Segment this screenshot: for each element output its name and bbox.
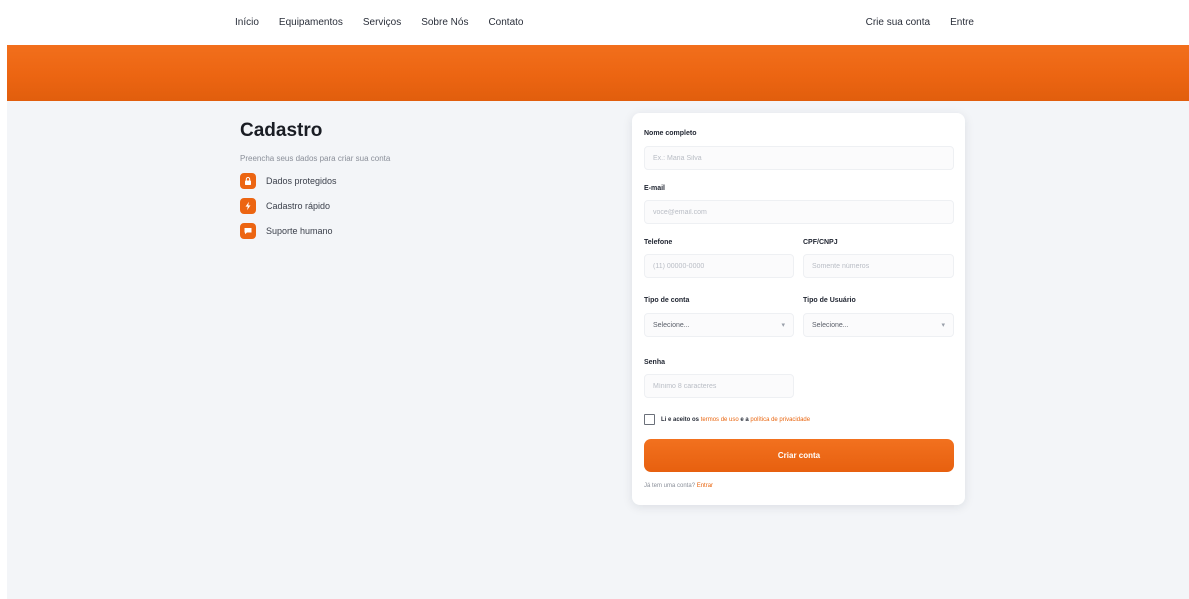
registration-form-card: Nome completo E-mail Telefone CPF/CNPJ T…	[632, 113, 965, 505]
password-input[interactable]	[644, 374, 794, 398]
chevron-down-icon: ▾	[941, 322, 945, 329]
terms-checkbox[interactable]	[644, 414, 655, 425]
account-type-label: Tipo de conta	[644, 297, 690, 304]
user-type-select[interactable]: Selecione... ▾	[803, 313, 954, 337]
account-type-value: Selecione...	[653, 321, 690, 329]
have-account-text: Já tem uma conta?	[644, 483, 696, 489]
page-title: Cadastro	[240, 120, 323, 141]
email-label: E-mail	[644, 185, 666, 192]
nav-link-contato[interactable]: Contato	[488, 17, 523, 28]
create-account-button[interactable]: Criar conta	[644, 439, 954, 472]
feature-label: Dados protegidos	[266, 176, 337, 186]
page-subtitle: Preencha seus dados para criar sua conta	[240, 154, 391, 163]
email-input[interactable]	[644, 200, 954, 224]
top-navbar: Início Equipamentos Serviços Sobre Nós C…	[0, 0, 1189, 45]
nav-login-link[interactable]: Entre	[950, 17, 974, 28]
nav-link-inicio[interactable]: Início	[235, 17, 259, 28]
document-label: CPF/CNPJ	[803, 239, 838, 246]
nav-link-sobre-nos[interactable]: Sobre Nós	[421, 17, 468, 28]
intro-section: Cadastro Preencha seus dados para criar …	[240, 120, 600, 239]
lightning-icon	[240, 198, 256, 214]
feature-item: Dados protegidos	[240, 173, 600, 189]
terms-of-use-link[interactable]: termos de uso	[701, 417, 739, 423]
feature-item: Suporte humano	[240, 223, 600, 239]
terms-prefix: Li e aceito os	[661, 416, 700, 423]
lock-icon	[240, 173, 256, 189]
account-nav: Crie sua conta Entre	[866, 0, 974, 45]
user-type-label: Tipo de Usuário	[803, 297, 856, 304]
nav-link-servicos[interactable]: Serviços	[363, 17, 401, 28]
login-prompt: Já tem uma conta? Entrar	[644, 483, 713, 489]
name-label: Nome completo	[644, 130, 697, 137]
terms-row: Li e aceito os termos de uso e a polític…	[644, 414, 810, 425]
nav-register-link[interactable]: Crie sua conta	[866, 17, 930, 28]
chevron-down-icon: ▾	[781, 322, 785, 329]
chat-icon	[240, 223, 256, 239]
name-input[interactable]	[644, 146, 954, 170]
document-input[interactable]	[803, 254, 954, 278]
terms-text: Li e aceito os termos de uso e a polític…	[661, 417, 810, 423]
account-type-select[interactable]: Selecione... ▾	[644, 313, 794, 337]
nav-link-equipamentos[interactable]: Equipamentos	[279, 17, 343, 28]
phone-label: Telefone	[644, 239, 673, 246]
password-label: Senha	[644, 359, 666, 366]
privacy-policy-link[interactable]: política de privacidade	[750, 417, 810, 423]
feature-item: Cadastro rápido	[240, 198, 600, 214]
main-nav: Início Equipamentos Serviços Sobre Nós C…	[235, 0, 523, 45]
hero-banner	[7, 45, 1189, 101]
terms-middle: e a	[740, 416, 749, 423]
feature-label: Suporte humano	[266, 226, 333, 236]
phone-input[interactable]	[644, 254, 794, 278]
feature-label: Cadastro rápido	[266, 201, 331, 211]
user-type-value: Selecione...	[812, 321, 849, 329]
login-link[interactable]: Entrar	[697, 483, 713, 489]
feature-list: Dados protegidos Cadastro rápido Suporte…	[240, 173, 600, 239]
